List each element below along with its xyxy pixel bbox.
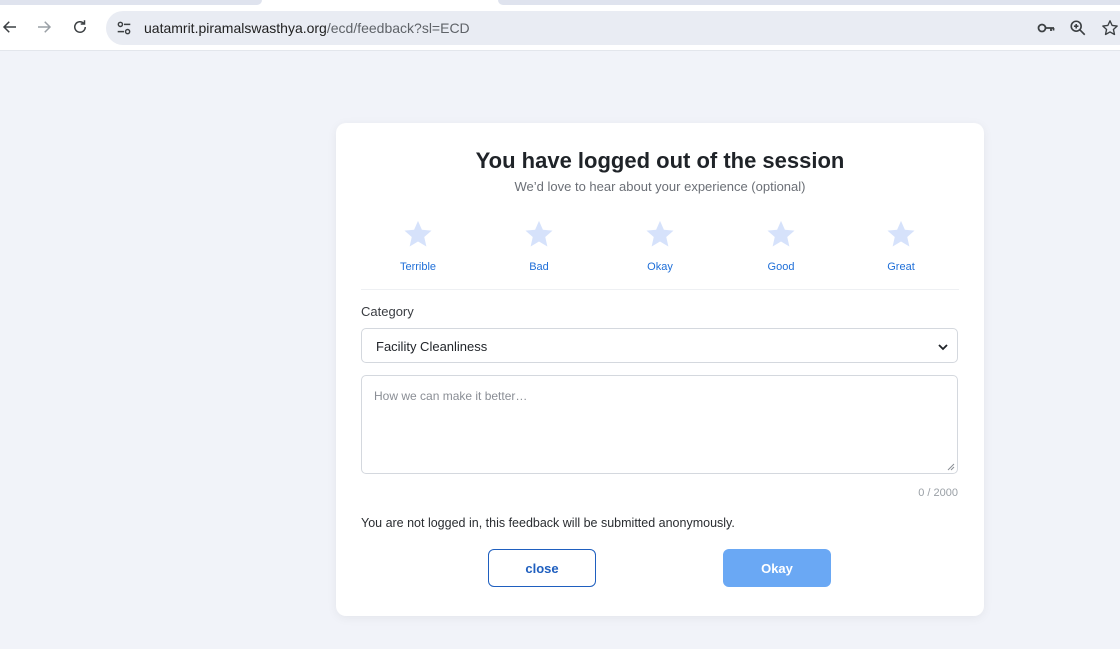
rating-label: Okay — [647, 261, 673, 273]
chevron-down-icon — [938, 344, 948, 351]
okay-button[interactable]: Okay — [723, 549, 831, 587]
rating-label: Bad — [529, 261, 549, 273]
divider — [361, 289, 959, 290]
rating-great[interactable]: Great — [861, 219, 941, 273]
rating-label: Good — [767, 261, 795, 273]
address-bar[interactable]: uatamrit.piramalswasthya.org/ecd/feedbac… — [106, 11, 1120, 45]
forward-icon[interactable] — [30, 13, 58, 41]
rating-bad[interactable]: Bad — [499, 219, 579, 273]
rating-good[interactable]: Good — [741, 219, 821, 273]
reload-icon[interactable] — [66, 13, 94, 41]
browser-tab[interactable] — [0, 0, 262, 5]
star-icon — [525, 220, 553, 247]
site-settings-icon[interactable] — [114, 18, 134, 38]
back-icon[interactable] — [0, 13, 24, 41]
url-text[interactable]: uatamrit.piramalswasthya.org/ecd/feedbac… — [144, 20, 470, 36]
rating-label: Great — [887, 261, 915, 273]
category-selected-value: Facility Cleanliness — [376, 339, 488, 354]
url-path: /ecd/feedback?sl=ECD — [326, 20, 470, 36]
star-icon — [646, 220, 674, 247]
dialog-subtitle: We’d love to hear about your experience … — [514, 179, 806, 194]
textarea-placeholder: How we can make it better… — [374, 389, 528, 403]
feedback-textarea[interactable]: How we can make it better… — [361, 375, 958, 474]
resize-handle-icon[interactable] — [947, 463, 955, 471]
feedback-dialog: You have logged out of the session We’d … — [336, 123, 984, 616]
category-label: Category — [361, 304, 414, 319]
close-button[interactable]: close — [488, 549, 596, 587]
char-counter: 0 / 2000 — [918, 487, 958, 499]
category-select[interactable]: Facility Cleanliness — [361, 328, 958, 363]
rating-label: Terrible — [399, 261, 437, 273]
url-host: uatamrit.piramalswasthya.org — [144, 20, 327, 36]
browser-toolbar: uatamrit.piramalswasthya.org/ecd/feedbac… — [0, 6, 1120, 51]
browser-tab[interactable] — [498, 0, 1120, 5]
rating-group: Terrible Bad Okay Good Great — [361, 219, 959, 279]
dialog-title: You have logged out of the session — [475, 148, 845, 173]
zoom-icon[interactable] — [1068, 18, 1088, 38]
star-icon — [404, 220, 432, 247]
rating-terrible[interactable]: Terrible — [378, 219, 458, 273]
bookmark-star-icon[interactable] — [1100, 18, 1120, 38]
star-icon — [767, 220, 795, 247]
anonymous-notice: You are not logged in, this feedback wil… — [361, 516, 735, 530]
rating-okay[interactable]: Okay — [620, 219, 700, 273]
star-icon — [887, 220, 915, 247]
key-icon[interactable] — [1036, 18, 1056, 38]
